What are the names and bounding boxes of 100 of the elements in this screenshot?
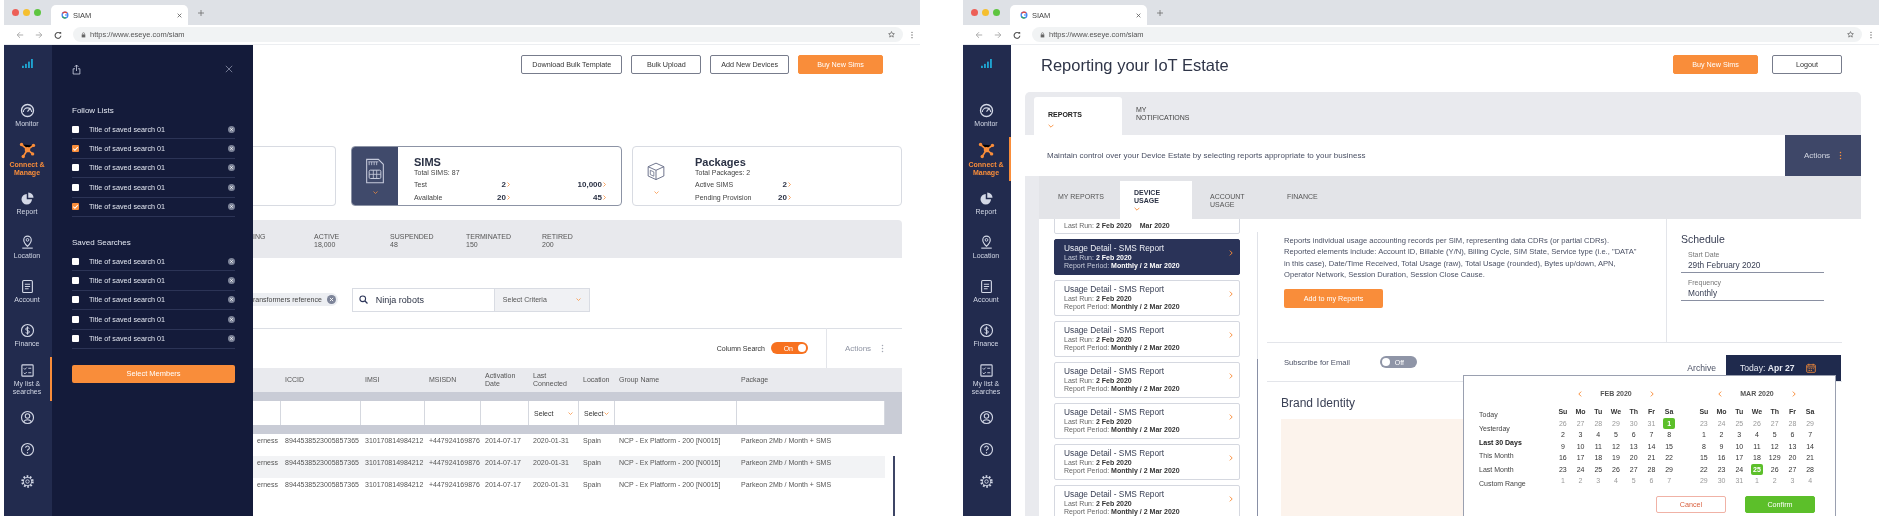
report-title: Usage Detail - SMS Report <box>1064 366 1166 377</box>
user-icon[interactable] <box>978 409 994 425</box>
card-title: SIMS <box>414 156 442 168</box>
filter-field[interactable] <box>615 401 737 425</box>
dollar-coin-icon <box>978 322 994 338</box>
remove-icon[interactable] <box>228 257 235 265</box>
network-icon <box>977 142 995 159</box>
stat-value: 2 <box>501 179 506 189</box>
sim-card-icon <box>365 157 385 184</box>
remove-icon[interactable] <box>228 203 235 211</box>
chevron-right-icon <box>1229 250 1233 256</box>
more-icon[interactable] <box>1869 30 1873 39</box>
settings-icon[interactable] <box>978 473 994 489</box>
filter-field[interactable] <box>361 401 425 425</box>
search-icon <box>358 295 368 305</box>
stat-value: 20 <box>778 192 787 202</box>
section-title: Brand Identity <box>1281 396 1357 410</box>
close-icon[interactable] <box>225 65 233 73</box>
filter-field[interactable] <box>281 401 361 425</box>
close-tab-icon[interactable] <box>177 12 182 18</box>
remove-icon[interactable] <box>228 277 235 285</box>
bookmark-star-icon[interactable] <box>888 31 895 38</box>
favicon-icon <box>61 11 69 19</box>
report-title: Usage Detail - SMS Report <box>1064 325 1166 336</box>
close-window-dot[interactable] <box>971 9 978 16</box>
checkbox[interactable] <box>72 164 79 172</box>
page-title: Reporting your IoT Estate <box>1041 55 1229 75</box>
report-title: Usage Detail - SMS Report <box>1064 448 1166 459</box>
caret-icon <box>604 411 609 415</box>
checkbox[interactable] <box>72 277 79 285</box>
remove-icon[interactable] <box>228 315 235 323</box>
location-pin-icon <box>19 234 35 250</box>
close-tab-icon[interactable] <box>1136 12 1141 18</box>
signal-bars-logo-icon <box>981 59 993 68</box>
stat-value: 2 <box>782 179 787 189</box>
close-window-dot[interactable] <box>12 9 19 16</box>
favicon-icon <box>1020 11 1028 19</box>
bookmark-star-icon[interactable] <box>1847 31 1854 38</box>
pie-chart-icon <box>19 190 35 206</box>
chevron-right-icon <box>1229 291 1233 297</box>
caret-icon <box>568 411 573 415</box>
stat-value: 20 <box>497 192 506 202</box>
calendar-icon <box>1806 363 1817 373</box>
filter-field[interactable] <box>253 401 281 425</box>
minimize-window-dot[interactable] <box>23 9 30 16</box>
stat-value: 10,000 <box>577 179 602 189</box>
settings-icon[interactable] <box>19 473 35 489</box>
new-tab-icon[interactable] <box>1157 9 1163 16</box>
section-title: Saved Searches <box>72 236 132 249</box>
reload-icon[interactable] <box>54 30 62 39</box>
checkbox[interactable] <box>72 335 79 343</box>
remove-icon[interactable] <box>228 335 235 343</box>
remove-icon[interactable] <box>228 164 235 172</box>
user-icon[interactable] <box>19 409 35 425</box>
network-icon <box>18 142 36 159</box>
card-title: Packages <box>695 156 747 168</box>
section-title: Follow Lists <box>72 105 115 117</box>
filter-field[interactable] <box>425 401 481 425</box>
report-title: Usage Detail - SMS Report <box>1064 489 1166 500</box>
chevron-down-icon <box>1048 124 1054 128</box>
caret-icon <box>575 298 581 302</box>
checkbox[interactable] <box>72 296 79 304</box>
reload-icon[interactable] <box>1013 30 1021 39</box>
chevron-down-icon[interactable] <box>372 190 378 194</box>
checkbox[interactable] <box>72 183 79 191</box>
chevron-right-icon <box>1229 496 1233 502</box>
actions-menu[interactable]: Actions <box>1785 135 1861 176</box>
more-icon[interactable] <box>910 30 914 39</box>
lock-icon <box>81 31 86 38</box>
help-icon[interactable] <box>19 441 35 457</box>
remove-icon[interactable] <box>228 183 235 191</box>
maximize-window-dot[interactable] <box>993 9 1000 16</box>
remove-icon[interactable] <box>228 125 235 133</box>
help-icon[interactable] <box>978 441 994 457</box>
minimize-window-dot[interactable] <box>982 9 989 16</box>
dollar-coin-icon <box>19 322 35 338</box>
filter-field[interactable] <box>737 401 885 425</box>
section-title: Schedule <box>1681 233 1726 245</box>
remove-icon[interactable] <box>228 145 235 153</box>
filter-field[interactable] <box>481 401 529 425</box>
chevron-right-icon <box>1229 373 1233 379</box>
checkbox[interactable] <box>72 125 79 133</box>
checklist-icon <box>978 363 994 378</box>
lock-icon <box>1040 31 1045 38</box>
chevron-right-icon <box>1229 414 1233 420</box>
remove-icon[interactable] <box>228 296 235 304</box>
intro-text: Maintain control over your Device Estate by selecting reports appropriate to your business <box>1046 151 1366 160</box>
checkbox[interactable] <box>72 257 79 265</box>
checkbox[interactable] <box>72 203 79 211</box>
signal-bars-logo-icon <box>22 59 34 68</box>
gauge-icon <box>978 102 994 118</box>
document-icon <box>19 278 35 294</box>
share-icon[interactable] <box>72 63 81 75</box>
checkbox[interactable] <box>72 145 79 153</box>
checkbox[interactable] <box>72 315 79 323</box>
maximize-window-dot[interactable] <box>34 9 41 16</box>
chevron-down-icon <box>1134 207 1140 211</box>
new-tab-icon[interactable] <box>198 9 204 16</box>
search-field[interactable]: Ninja robots <box>351 287 494 312</box>
stat-value: 45 <box>593 192 602 202</box>
